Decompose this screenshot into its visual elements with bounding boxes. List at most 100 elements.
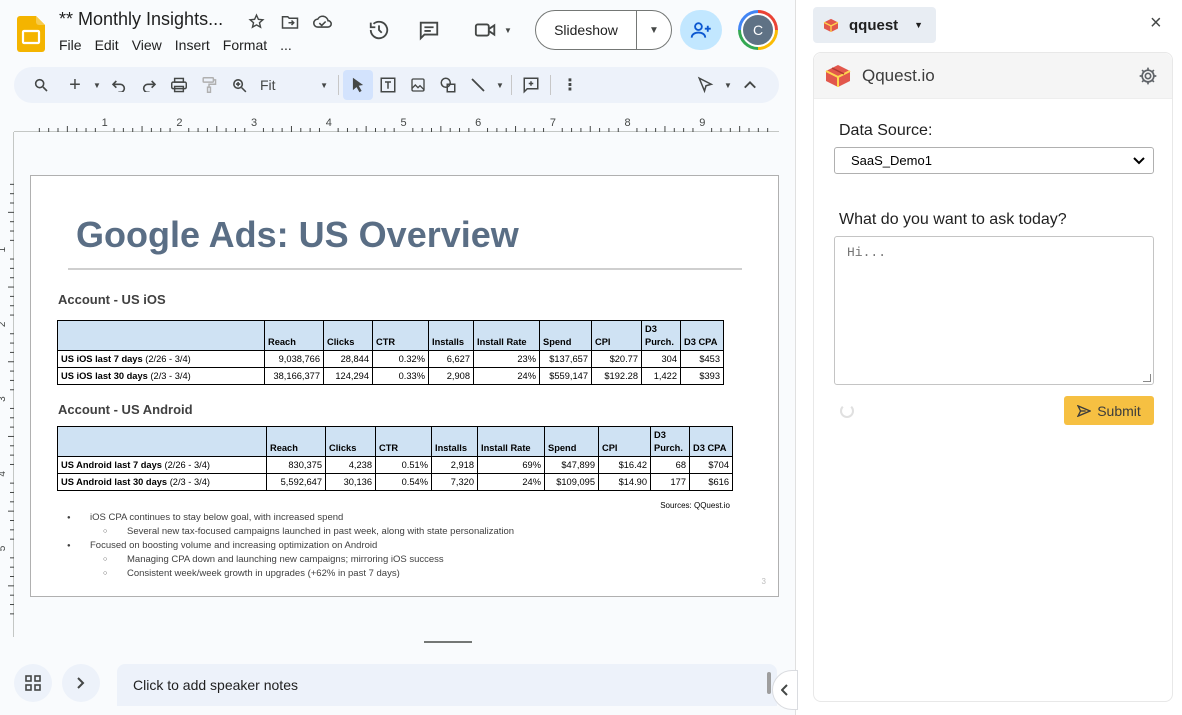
share-button[interactable] [680, 10, 722, 50]
addon-switcher[interactable]: qquest ▼ [813, 7, 936, 43]
column-header: Install Rate [477, 426, 545, 457]
table-cell: 23% [473, 350, 540, 368]
slide-canvas[interactable]: Google Ads: US Overview Account - US iOS… [30, 175, 779, 597]
ruler-label: 4 [0, 471, 8, 477]
meet-caret-icon[interactable]: ▼ [504, 26, 512, 35]
star-icon[interactable] [247, 12, 266, 31]
settings-gear-icon[interactable] [1138, 66, 1158, 86]
account-avatar[interactable]: C [738, 10, 778, 50]
slides-logo-icon[interactable] [17, 16, 45, 52]
hide-menus-icon[interactable] [735, 70, 765, 100]
table-cell: $137,657 [539, 350, 592, 368]
ruler-label: 6 [475, 117, 481, 129]
zoom-select[interactable]: Fit ▼ [254, 77, 334, 93]
new-slide-icon[interactable]: + [60, 70, 90, 100]
insert-image-icon[interactable] [403, 70, 433, 100]
column-header: Reach [264, 320, 324, 351]
app-root: ** Monthly Insights... File Edit View In… [0, 0, 1182, 715]
print-icon[interactable] [164, 70, 194, 100]
speaker-notes[interactable]: Click to add speaker notes [117, 664, 777, 706]
editing-mode-icon[interactable] [691, 70, 721, 100]
line-caret-icon[interactable]: ▼ [493, 81, 507, 90]
table-cell: $47,899 [544, 456, 599, 474]
table-cell: 24% [473, 367, 540, 385]
ruler-label: 7 [550, 117, 556, 129]
editing-mode-caret-icon[interactable]: ▼ [721, 81, 735, 90]
paint-format-icon[interactable] [194, 70, 224, 100]
textarea-resize-icon[interactable] [1143, 374, 1151, 382]
table-cell: 0.33% [372, 367, 429, 385]
ruler-label: 4 [326, 117, 332, 129]
grid-view-button[interactable] [14, 664, 52, 702]
shape-icon[interactable] [433, 70, 463, 100]
slideshow-button[interactable]: Slideshow [536, 11, 637, 49]
notes-resize-handle[interactable] [424, 641, 472, 643]
table-header-blank [57, 426, 267, 457]
table-cell: 4,238 [325, 456, 376, 474]
android-table[interactable]: Reach Clicks CTR Installs Install Rate S… [57, 426, 733, 491]
document-title[interactable]: ** Monthly Insights... [59, 9, 223, 30]
select-tool-icon[interactable] [343, 70, 373, 100]
ruler-label: 1 [0, 246, 8, 252]
notes-scrollbar[interactable] [767, 672, 771, 694]
submit-button[interactable]: Submit [1064, 396, 1154, 425]
addon-caret-icon: ▼ [914, 20, 924, 30]
filmstrip-toggle-button[interactable] [62, 664, 100, 702]
ruler-label: 8 [625, 117, 631, 129]
table-cell: 6,627 [428, 350, 474, 368]
cloud-status-icon[interactable] [313, 12, 332, 31]
zoom-icon[interactable] [224, 70, 254, 100]
line-icon[interactable] [463, 70, 493, 100]
new-slide-caret-icon[interactable]: ▼ [90, 81, 104, 90]
ruler-label: 2 [176, 117, 182, 129]
move-folder-icon[interactable] [280, 12, 299, 31]
toolbar-divider [338, 75, 339, 95]
menu-format[interactable]: Format [223, 37, 274, 53]
table-cell: 7,320 [431, 473, 478, 491]
redo-icon[interactable] [134, 70, 164, 100]
menu-view[interactable]: View [132, 37, 169, 53]
bullet-list[interactable]: iOS CPA continues to stay below goal, wi… [67, 511, 514, 581]
question-input[interactable]: Hi... [834, 236, 1154, 385]
ios-table[interactable]: Reach Clicks CTR Installs Install Rate S… [57, 320, 724, 385]
menu-bar: File Edit View Insert Format ... [59, 37, 305, 53]
table-cell: 30,136 [325, 473, 376, 491]
close-icon[interactable]: × [1150, 13, 1166, 33]
ruler-label: 5 [0, 545, 8, 551]
slideshow-dropdown-icon[interactable]: ▼ [637, 25, 671, 36]
avatar-letter: C [743, 15, 773, 45]
menu-insert[interactable]: Insert [175, 37, 217, 53]
menu-file[interactable]: File [59, 37, 89, 53]
bullet-subitem: Several new tax-focused campaigns launch… [67, 525, 514, 539]
ruler-label: 3 [251, 117, 257, 129]
table-cell: 0.51% [375, 456, 432, 474]
text-box-icon[interactable] [373, 70, 403, 100]
menu-more[interactable]: ... [280, 37, 299, 53]
sources-note[interactable]: Sources: QQuest.io [660, 501, 730, 510]
column-header: D3 Purch. [641, 320, 681, 351]
column-header: D3 CPA [689, 426, 733, 457]
undo-icon[interactable] [104, 70, 134, 100]
table-cell: $453 [680, 350, 724, 368]
chevron-down-icon [1133, 156, 1145, 164]
history-icon[interactable] [365, 16, 393, 44]
table-cell: 0.54% [375, 473, 432, 491]
bullet-item: iOS CPA continues to stay below goal, wi… [67, 511, 514, 525]
table-cell: 68 [650, 456, 690, 474]
column-header: Install Rate [473, 320, 540, 351]
column-header: Installs [431, 426, 478, 457]
slide-title[interactable]: Google Ads: US Overview [76, 214, 519, 256]
comments-icon[interactable] [415, 16, 443, 44]
column-header: Spend [539, 320, 592, 351]
column-header: Installs [428, 320, 474, 351]
data-source-select[interactable]: SaaS_Demo1 [834, 147, 1154, 174]
ios-heading[interactable]: Account - US iOS [58, 292, 166, 307]
row-label: US Android last 30 days (2/3 - 3/4) [57, 473, 267, 491]
meet-icon[interactable]: ▼ [470, 16, 516, 44]
more-options-icon[interactable]: ⋮ [555, 70, 585, 100]
addon-header: Qquest.io [814, 53, 1172, 99]
add-comment-icon[interactable] [516, 70, 546, 100]
android-heading[interactable]: Account - US Android [58, 402, 193, 417]
menu-edit[interactable]: Edit [95, 37, 126, 53]
search-menus-icon[interactable] [26, 70, 56, 100]
